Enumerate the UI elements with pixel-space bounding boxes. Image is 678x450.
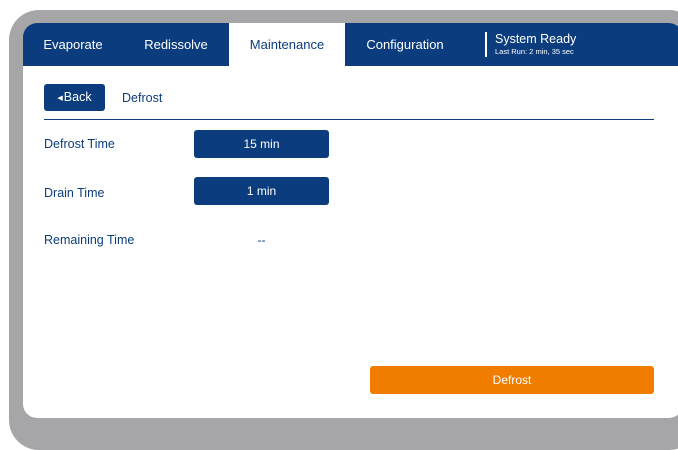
defrost-button[interactable]: Defrost (370, 366, 654, 394)
remaining-time-label: Remaining Time (44, 233, 135, 247)
status-last-run: Last Run: 2 min, 35 sec (495, 47, 574, 56)
drain-time-button[interactable]: 1 min (194, 177, 329, 205)
page-title: Defrost (122, 91, 163, 105)
tab-configuration[interactable]: Configuration (345, 23, 465, 66)
remaining-time-value: -- (257, 233, 266, 247)
tab-redissolve[interactable]: Redissolve (123, 23, 229, 66)
status-divider (485, 32, 487, 57)
header-divider (44, 119, 654, 120)
drain-time-label: Drain Time (44, 186, 105, 200)
tab-maintenance[interactable]: Maintenance (229, 23, 345, 66)
tab-evaporate[interactable]: Evaporate (23, 23, 123, 66)
tab-bar: Evaporate Redissolve Maintenance Configu… (23, 23, 678, 66)
defrost-time-button[interactable]: 15 min (194, 130, 329, 158)
status-title: System Ready (495, 32, 577, 46)
defrost-time-label: Defrost Time (44, 137, 115, 151)
back-button[interactable]: ◀Back (44, 84, 105, 111)
triangle-left-icon: ◀ (57, 95, 63, 102)
back-button-label: Back (63, 90, 92, 104)
screen: Evaporate Redissolve Maintenance Configu… (23, 23, 678, 418)
